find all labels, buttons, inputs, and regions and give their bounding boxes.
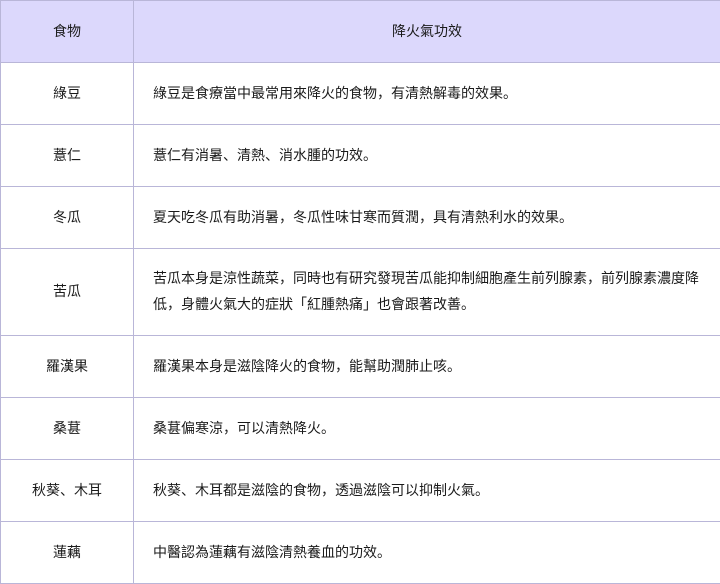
effect-cell: 羅漢果本身是滋陰降火的食物，能幫助潤肺止咳。: [134, 336, 720, 398]
effect-cell: 綠豆是食療當中最常用來降火的食物，有清熱解毒的效果。: [134, 63, 720, 125]
food-cell: 蓮藕: [1, 522, 134, 584]
table-row: 苦瓜 苦瓜本身是涼性蔬菜，同時也有研究發現苦瓜能抑制細胞產生前列腺素，前列腺素濃…: [1, 249, 720, 336]
effect-cell: 夏天吃冬瓜有助消暑，冬瓜性味甘寒而質潤，具有清熱利水的效果。: [134, 187, 720, 249]
table-row: 蓮藕 中醫認為蓮藕有滋陰清熱養血的功效。: [1, 522, 720, 584]
header-row: 食物 降火氣功效: [1, 1, 720, 63]
table-row: 羅漢果 羅漢果本身是滋陰降火的食物，能幫助潤肺止咳。: [1, 336, 720, 398]
table-row: 綠豆 綠豆是食療當中最常用來降火的食物，有清熱解毒的效果。: [1, 63, 720, 125]
effect-cell: 薏仁有消暑、清熱、消水腫的功效。: [134, 125, 720, 187]
food-cell: 冬瓜: [1, 187, 134, 249]
food-effects-table-container: 食物 降火氣功效 綠豆 綠豆是食療當中最常用來降火的食物，有清熱解毒的效果。 薏…: [0, 0, 720, 582]
table-row: 秋葵、木耳 秋葵、木耳都是滋陰的食物，透過滋陰可以抑制火氣。: [1, 460, 720, 522]
effect-cell: 桑葚偏寒涼，可以清熱降火。: [134, 398, 720, 460]
food-cell: 綠豆: [1, 63, 134, 125]
table-row: 冬瓜 夏天吃冬瓜有助消暑，冬瓜性味甘寒而質潤，具有清熱利水的效果。: [1, 187, 720, 249]
header-food: 食物: [1, 1, 134, 63]
table-header: 食物 降火氣功效: [1, 1, 720, 63]
food-cell: 苦瓜: [1, 249, 134, 336]
effect-cell: 中醫認為蓮藕有滋陰清熱養血的功效。: [134, 522, 720, 584]
header-effect: 降火氣功效: [134, 1, 720, 63]
table-row: 桑葚 桑葚偏寒涼，可以清熱降火。: [1, 398, 720, 460]
table-row: 薏仁 薏仁有消暑、清熱、消水腫的功效。: [1, 125, 720, 187]
table-body: 綠豆 綠豆是食療當中最常用來降火的食物，有清熱解毒的效果。 薏仁 薏仁有消暑、清…: [1, 63, 720, 584]
effect-cell: 苦瓜本身是涼性蔬菜，同時也有研究發現苦瓜能抑制細胞產生前列腺素，前列腺素濃度降低…: [134, 249, 720, 336]
effect-cell: 秋葵、木耳都是滋陰的食物，透過滋陰可以抑制火氣。: [134, 460, 720, 522]
food-cell: 羅漢果: [1, 336, 134, 398]
food-effects-table: 食物 降火氣功效 綠豆 綠豆是食療當中最常用來降火的食物，有清熱解毒的效果。 薏…: [0, 0, 720, 584]
food-cell: 秋葵、木耳: [1, 460, 134, 522]
food-cell: 薏仁: [1, 125, 134, 187]
food-cell: 桑葚: [1, 398, 134, 460]
